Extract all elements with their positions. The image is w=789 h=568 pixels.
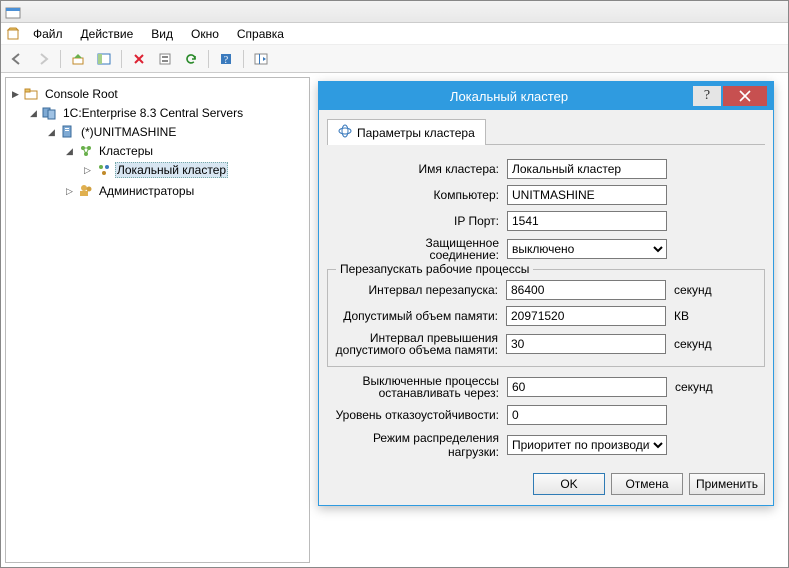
dialog-body: Параметры кластера Имя кластера: Компьют…: [319, 110, 773, 505]
label-exceed-interval: Интервал превышениядопустимого объема па…: [334, 332, 506, 356]
toolbar-refresh-button[interactable]: [179, 48, 203, 70]
label-cluster-name: Имя кластера:: [327, 162, 507, 176]
input-ip-port[interactable]: [507, 211, 667, 231]
right-pane: Локальный кластер ? Параметры кластера И…: [314, 77, 784, 563]
app-icon: [5, 4, 21, 20]
unit-seconds: секунд: [675, 380, 713, 394]
menu-icon: [5, 26, 23, 42]
label-restart-interval: Интервал перезапуска:: [334, 283, 506, 297]
tree-label: 1C:Enterprise 8.3 Central Servers: [61, 106, 245, 120]
label-load-mode: Режим распределения нагрузки:: [327, 431, 507, 459]
content-area: ▶ Console Root ◢ 1C:Enterprise 8.3 Centr…: [1, 73, 788, 567]
fieldset-legend: Перезапускать рабочие процессы: [336, 262, 533, 276]
menu-view[interactable]: Вид: [143, 25, 181, 43]
svg-text:?: ?: [224, 55, 229, 66]
toolbar-extra-button[interactable]: [249, 48, 273, 70]
apply-button[interactable]: Применить: [689, 473, 765, 495]
fieldset-restart: Перезапускать рабочие процессы Интервал …: [327, 269, 765, 367]
tree-row-host[interactable]: ◢ (*)UNITMASHINE: [46, 123, 305, 141]
tab-label: Параметры кластера: [357, 126, 475, 140]
twisty-icon[interactable]: ▷: [64, 186, 75, 197]
properties-dialog: Локальный кластер ? Параметры кластера И…: [318, 81, 774, 506]
unit-seconds: секунд: [674, 283, 712, 297]
menu-help[interactable]: Справка: [229, 25, 292, 43]
twisty-icon[interactable]: ▷: [82, 165, 93, 176]
tree-label: Console Root: [43, 87, 120, 101]
dialog-close-button[interactable]: [723, 86, 767, 106]
toolbar-properties-button[interactable]: [153, 48, 177, 70]
tree-label: Кластеры: [97, 144, 155, 158]
cancel-button[interactable]: Отмена: [611, 473, 683, 495]
tree: ▶ Console Root ◢ 1C:Enterprise 8.3 Centr…: [10, 84, 305, 204]
toolbar-delete-button[interactable]: [127, 48, 151, 70]
tree-label: (*)UNITMASHINE: [79, 125, 178, 139]
menubar: Файл Действие Вид Окно Справка: [1, 23, 788, 45]
server-icon: [60, 124, 76, 140]
toolbar-up-button[interactable]: [66, 48, 90, 70]
toolbar-back-button[interactable]: [5, 48, 29, 70]
input-computer[interactable]: [507, 185, 667, 205]
tree-label-selected: Локальный кластер: [115, 162, 228, 178]
toolbar-separator: [60, 50, 61, 68]
toolbar-help-button[interactable]: ?: [214, 48, 238, 70]
label-ip-port: IP Порт:: [327, 214, 507, 228]
tree-row-servers[interactable]: ◢ 1C:Enterprise 8.3 Central Servers: [28, 104, 305, 122]
menu-window[interactable]: Окно: [183, 25, 227, 43]
form-main: Имя кластера: Компьютер: IP Порт: Защище…: [327, 159, 765, 459]
toolbar: ?: [1, 45, 788, 73]
unit-kb: КВ: [674, 309, 689, 323]
dialog-titlebar[interactable]: Локальный кластер ?: [319, 82, 773, 110]
select-secure-conn[interactable]: выключено: [507, 239, 667, 259]
label-fault-tolerance: Уровень отказоустойчивости:: [327, 408, 507, 422]
titlebar: [1, 1, 788, 23]
tab-icon: [338, 124, 352, 141]
toolbar-separator: [208, 50, 209, 68]
toolbar-pane-button[interactable]: [92, 48, 116, 70]
input-cluster-name[interactable]: [507, 159, 667, 179]
tree-label: Администраторы: [97, 184, 196, 198]
menu-file[interactable]: Файл: [25, 25, 71, 43]
tab-params[interactable]: Параметры кластера: [327, 119, 486, 145]
servers-icon: [42, 105, 58, 121]
label-allowed-mem: Допустимый объем памяти:: [334, 309, 506, 323]
input-fault-tolerance[interactable]: [507, 405, 667, 425]
tree-row-local-cluster[interactable]: ▷ Локальный кластер: [82, 161, 305, 179]
ok-button[interactable]: OK: [533, 473, 605, 495]
select-load-mode[interactable]: Приоритет по производитель: [507, 435, 667, 455]
input-stop-disabled[interactable]: [507, 377, 667, 397]
menu-action[interactable]: Действие: [73, 25, 142, 43]
collapse-icon[interactable]: ◢: [28, 108, 39, 119]
tree-pane[interactable]: ▶ Console Root ◢ 1C:Enterprise 8.3 Centr…: [5, 77, 310, 563]
tree-row-root[interactable]: ▶ Console Root: [10, 85, 305, 103]
twisty-icon[interactable]: ▶: [10, 89, 21, 100]
dialog-buttons: OK Отмена Применить: [327, 473, 765, 495]
folder-icon: [24, 86, 40, 102]
clusters-icon: [78, 143, 94, 159]
tabstrip: Параметры кластера: [327, 118, 765, 145]
tree-row-clusters[interactable]: ◢ Кластеры: [64, 142, 305, 160]
unit-seconds: секунд: [674, 337, 712, 351]
collapse-icon[interactable]: ◢: [64, 146, 75, 157]
admins-icon: [78, 183, 94, 199]
toolbar-separator: [121, 50, 122, 68]
input-exceed-interval[interactable]: [506, 334, 666, 354]
label-computer: Компьютер:: [327, 188, 507, 202]
toolbar-separator: [243, 50, 244, 68]
toolbar-forward-button[interactable]: [31, 48, 55, 70]
label-stop-disabled: Выключенные процессыостанавливать через:: [327, 375, 507, 399]
label-secure-conn: Защищенноесоединение:: [327, 237, 507, 261]
dialog-title: Локальный кластер: [325, 89, 693, 104]
collapse-icon[interactable]: ◢: [46, 127, 57, 138]
input-restart-interval[interactable]: [506, 280, 666, 300]
tree-row-admins[interactable]: ▷ Администраторы: [64, 182, 305, 200]
dialog-help-button[interactable]: ?: [693, 86, 721, 106]
cluster-icon: [96, 162, 112, 178]
input-allowed-mem[interactable]: [506, 306, 666, 326]
